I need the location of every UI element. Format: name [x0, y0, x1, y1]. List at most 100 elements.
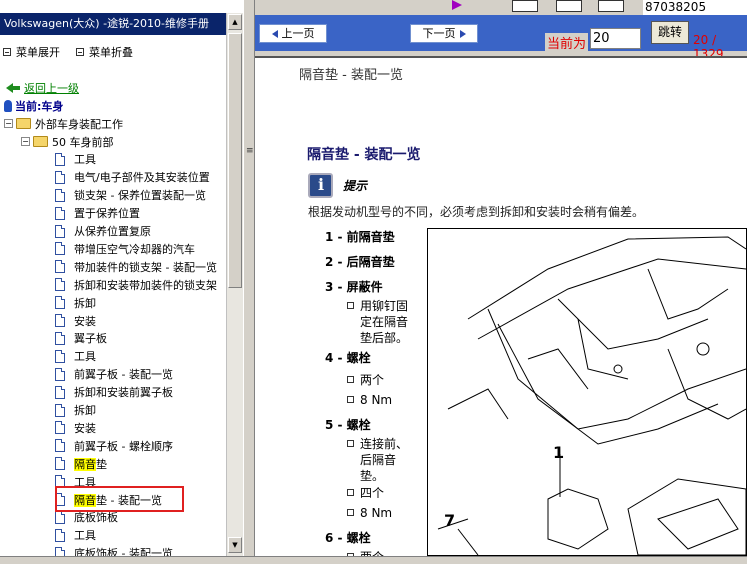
bullet-box-icon — [347, 376, 354, 383]
tree-item-label: 工具 — [74, 350, 96, 364]
folder-icon — [33, 136, 48, 147]
toolbar-icon-3[interactable] — [598, 0, 624, 12]
document-heading: 隔音垫 - 装配一览 — [307, 147, 421, 163]
tree-item[interactable]: 翼子板 — [55, 330, 107, 347]
collapse-menu-button[interactable]: 菜单折叠 — [76, 44, 133, 60]
assembly-illustration: 1 7 — [427, 228, 747, 556]
page-number-input[interactable] — [590, 28, 641, 49]
next-page-button[interactable]: 下一页 — [410, 24, 478, 43]
tree-item[interactable]: 锁支架 - 保养位置装配一览 — [55, 187, 206, 204]
tree-item[interactable]: 拆卸和安装带加装件的锁支架 — [55, 276, 217, 293]
back-arrow-icon — [6, 83, 20, 93]
tree-item[interactable]: 工具 — [55, 527, 96, 544]
parts-list-subitem: 四个 — [347, 485, 412, 501]
tree-item[interactable]: 安装 — [55, 419, 96, 436]
tree-item-label: 锁支架 - 保养位置装配一览 — [74, 189, 206, 203]
tree-item[interactable]: 从保养位置复原 — [55, 223, 151, 240]
tree-item-label: 安装 — [74, 314, 96, 328]
subitem-text: 用铆钉固定在隔音垫后部。 — [360, 299, 409, 345]
collapse-toggle-icon[interactable]: − — [4, 119, 13, 128]
tree-item[interactable]: 拆卸 — [55, 402, 96, 419]
bullet-box-icon — [347, 440, 354, 447]
parts-list-item: 4 - 螺栓 — [325, 351, 371, 365]
tree-item[interactable]: 安装 — [55, 312, 96, 329]
bullet-box-icon — [347, 489, 354, 496]
top-strip — [0, 0, 226, 13]
tree-item-label: 拆卸和安装带加装件的锁支架 — [74, 278, 217, 292]
tree-item-label: 带增压空气冷却器的汽车 — [74, 242, 195, 256]
parts-list-item: 5 - 螺栓 — [325, 418, 371, 432]
tree-item[interactable]: 前翼子板 - 螺栓顺序 — [55, 437, 173, 454]
tree-item[interactable]: 隔音垫 — [55, 455, 107, 472]
document-icon — [55, 457, 65, 471]
expand-label: 菜单展开 — [16, 46, 60, 59]
bottom-scrollbar[interactable] — [0, 556, 747, 564]
toolbar-icon-1[interactable] — [512, 0, 538, 12]
prev-page-button[interactable]: 上一页 — [259, 24, 327, 43]
tree-item[interactable]: 带加装件的锁支架 - 装配一览 — [55, 258, 217, 275]
scroll-down-arrow-icon[interactable]: ▼ — [228, 537, 242, 553]
manual-title: Volkswagen(大众) -途锐-2010-维修手册 — [0, 13, 226, 35]
bullet-box-icon — [347, 509, 354, 516]
tree-item[interactable]: 工具 — [55, 348, 96, 365]
document-icon — [55, 510, 65, 524]
parts-list-subitem: 两个 — [347, 549, 412, 556]
tree-item-label: 从保养位置复原 — [74, 225, 151, 238]
tree-item[interactable]: 电气/电子部件及其安装位置 — [55, 169, 210, 186]
tree-item-label: 电气/电子部件及其安装位置 — [74, 171, 210, 185]
next-page-label: 下一页 — [422, 27, 456, 40]
tree-item-label: 工具 — [74, 153, 96, 167]
collapse-toggle-icon[interactable]: − — [21, 137, 30, 146]
subitem-text: 8 Nm — [360, 393, 393, 407]
document-icon — [55, 367, 65, 381]
tree-item[interactable]: 带增压空气冷却器的汽车 — [55, 240, 195, 257]
tree-folder[interactable]: − 外部车身装配工作 — [4, 115, 123, 132]
tree-item[interactable]: 底板饰板 - 装配一览 — [55, 545, 173, 556]
tree-item-label: 工具 — [74, 529, 96, 543]
document-icon — [55, 242, 65, 256]
sidebar-scrollbar[interactable]: ▲ ▼ — [226, 13, 243, 556]
scroll-up-arrow-icon[interactable]: ▲ — [228, 14, 242, 30]
tree-item[interactable]: 工具 — [55, 151, 96, 168]
parts-list-item: 1 - 前隔音垫 — [325, 230, 395, 244]
subitem-text: 两个 — [360, 549, 412, 556]
toolbar-icon-2[interactable] — [556, 0, 582, 12]
jump-button[interactable]: 跳转 — [651, 21, 689, 44]
panel-splitter[interactable]: ≡ — [243, 0, 255, 556]
tree-folder[interactable]: − 50 车身前部 — [21, 133, 114, 150]
document-icon — [55, 349, 65, 363]
tree-item-label: 前翼子板 - 装配一览 — [74, 368, 173, 382]
collapse-label: 菜单折叠 — [89, 46, 133, 59]
tree-item-label: 50 车身前部 — [52, 135, 114, 149]
parts-list-subitem: 用铆钉固定在隔音垫后部。 — [347, 298, 412, 346]
document-code: 87038205 — [643, 0, 747, 15]
parts-list-subitem: 8 Nm — [347, 505, 412, 521]
document-view: 隔音垫 - 装配一览 隔音垫 - 装配一览 提示 根据发动机型号的不同，必须考虑… — [255, 56, 747, 556]
document-icon — [55, 152, 65, 166]
scrollbar-thumb[interactable] — [228, 33, 242, 288]
tree-item-label: 带加装件的锁支架 - 装配一览 — [74, 260, 217, 274]
tree-item[interactable]: 置于保养位置 — [55, 205, 140, 222]
document-icon — [55, 188, 65, 202]
document-icon — [55, 296, 65, 310]
info-icon — [308, 173, 333, 198]
header-separator — [255, 56, 747, 58]
expand-menu-button[interactable]: 菜单展开 — [3, 44, 60, 60]
selection-highlight-box — [55, 486, 184, 512]
subitem-text: 两个 — [360, 373, 385, 387]
tree-item[interactable]: 拆卸和安装前翼子板 — [55, 384, 173, 401]
tree-item-label: 置于保养位置 — [74, 207, 140, 221]
tree-item[interactable]: 前翼子板 - 装配一览 — [55, 366, 173, 383]
document-icon — [55, 260, 65, 274]
folder-icon — [16, 118, 31, 129]
back-link[interactable]: 返回上一级 — [6, 80, 79, 96]
document-icon — [55, 528, 65, 542]
tree-item[interactable]: 拆卸 — [55, 294, 96, 311]
subitem-text: 四个 — [360, 486, 385, 500]
location-pin-icon — [4, 100, 12, 112]
subitem-text: 8 Nm — [360, 506, 393, 520]
current-location-label: 当前:车身 — [15, 100, 64, 113]
parts-list-item: 6 - 螺栓 — [325, 531, 371, 545]
tree-item-label: 外部车身装配工作 — [35, 117, 123, 131]
back-label: 返回上一级 — [24, 82, 79, 95]
